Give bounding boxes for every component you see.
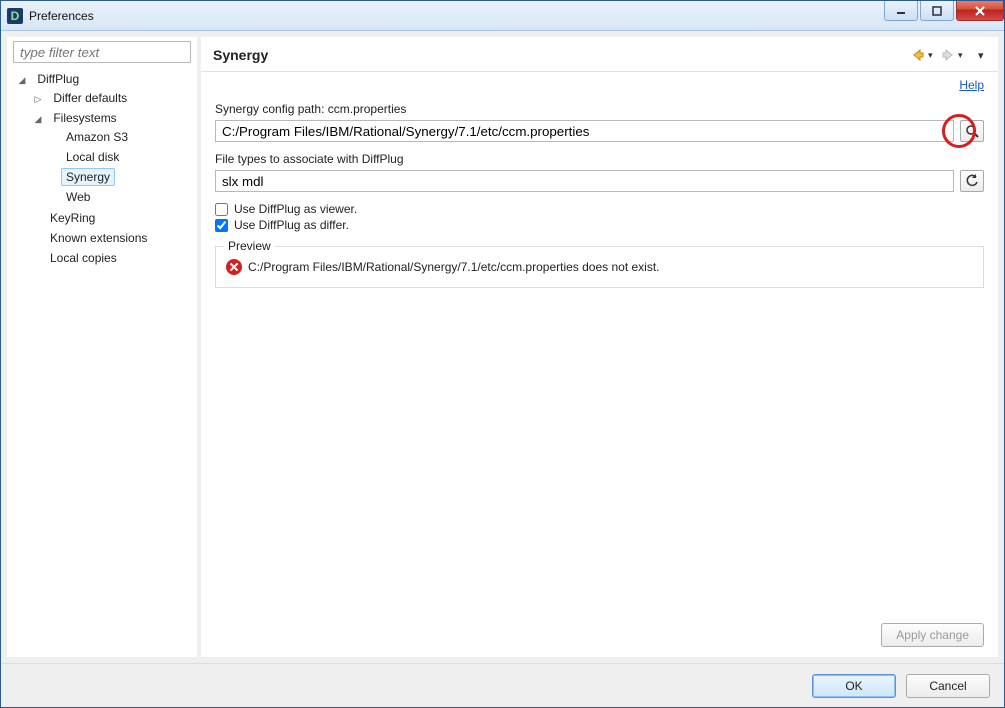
maximize-button[interactable] [920,1,954,21]
help-link[interactable]: Help [959,78,984,92]
apply-row: Apply change [201,617,998,657]
dialog-footer: OK Cancel [1,663,1004,707]
split-pane: ◢ DiffPlug ▷ Differ defaults ◢ Filesyste… [1,31,1004,663]
twisty-expanded-icon[interactable]: ◢ [17,75,27,86]
preview-legend: Preview [224,239,275,253]
divider [201,71,998,72]
filetypes-row [215,170,984,192]
forward-menu[interactable]: ▾ [958,50,968,61]
preferences-window: D Preferences ◢ D [0,0,1005,708]
browse-button[interactable] [960,120,984,142]
window-controls [884,1,1004,30]
sidebar: ◢ DiffPlug ▷ Differ defaults ◢ Filesyste… [7,37,197,657]
tree-item-web[interactable]: Web [61,188,95,206]
tree-item-diffplug[interactable]: DiffPlug [32,70,84,88]
refresh-button[interactable] [960,170,984,192]
twisty-expanded-icon[interactable]: ◢ [33,114,43,125]
config-path-label: Synergy config path: ccm.properties [215,102,984,116]
tree-item-local-disk[interactable]: Local disk [61,148,124,166]
config-path-input[interactable] [215,120,954,142]
cancel-button[interactable]: Cancel [906,674,990,698]
app-icon: D [7,8,23,24]
minimize-icon [896,6,906,16]
tree-item-filesystems[interactable]: Filesystems [48,109,121,127]
help-line: Help [201,78,998,96]
preview-group: Preview C:/Program Files/IBM/Rational/Sy… [215,246,984,288]
use-viewer-label[interactable]: Use DiffPlug as viewer. [234,202,357,216]
window-title: Preferences [29,9,884,23]
page-title: Synergy [213,47,910,63]
use-viewer-row: Use DiffPlug as viewer. [215,202,984,216]
ok-button[interactable]: OK [812,674,896,698]
maximize-icon [932,6,942,16]
tree-item-keyring[interactable]: KeyRing [45,209,100,227]
apply-button[interactable]: Apply change [881,623,984,647]
tree-item-amazon-s3[interactable]: Amazon S3 [61,128,133,146]
refresh-icon [965,174,979,188]
error-icon [226,259,242,275]
filetypes-input[interactable] [215,170,954,192]
close-button[interactable] [956,1,1004,21]
page-header: Synergy ▾ ▾ [201,37,998,71]
preview-error-text: C:/Program Files/IBM/Rational/Synergy/7.… [248,260,660,274]
preference-tree[interactable]: ◢ DiffPlug ▷ Differ defaults ◢ Filesyste… [7,69,197,657]
back-menu[interactable]: ▾ [928,50,938,61]
twisty-collapsed-icon[interactable]: ▷ [33,94,43,105]
close-icon [974,5,986,17]
titlebar: D Preferences [1,1,1004,31]
filter-input[interactable] [13,41,191,63]
tree-item-differ-defaults[interactable]: Differ defaults [48,89,132,107]
tree-item-known-extensions[interactable]: Known extensions [45,229,152,247]
config-path-row [215,120,984,142]
nav-buttons: ▾ ▾ ▾ [910,47,988,63]
magnifier-icon [965,124,979,138]
back-button[interactable] [910,47,926,63]
preference-page: Synergy ▾ ▾ [201,37,998,657]
preview-error-line: C:/Program Files/IBM/Rational/Synergy/7.… [226,259,973,275]
use-differ-row: Use DiffPlug as differ. [215,218,984,232]
arrow-left-icon [911,48,925,62]
tree-item-local-copies[interactable]: Local copies [45,249,122,267]
minimize-button[interactable] [884,1,918,21]
filetypes-label: File types to associate with DiffPlug [215,152,984,166]
use-differ-label[interactable]: Use DiffPlug as differ. [234,218,349,232]
use-differ-checkbox[interactable] [215,219,228,232]
arrow-right-icon [941,48,955,62]
client-area: ◢ DiffPlug ▷ Differ defaults ◢ Filesyste… [1,31,1004,707]
view-menu[interactable]: ▾ [978,49,988,62]
page-content: Synergy config path: ccm.properties File… [201,96,998,617]
tree-item-synergy[interactable]: Synergy [61,168,115,186]
use-viewer-checkbox[interactable] [215,203,228,216]
forward-button[interactable] [940,47,956,63]
